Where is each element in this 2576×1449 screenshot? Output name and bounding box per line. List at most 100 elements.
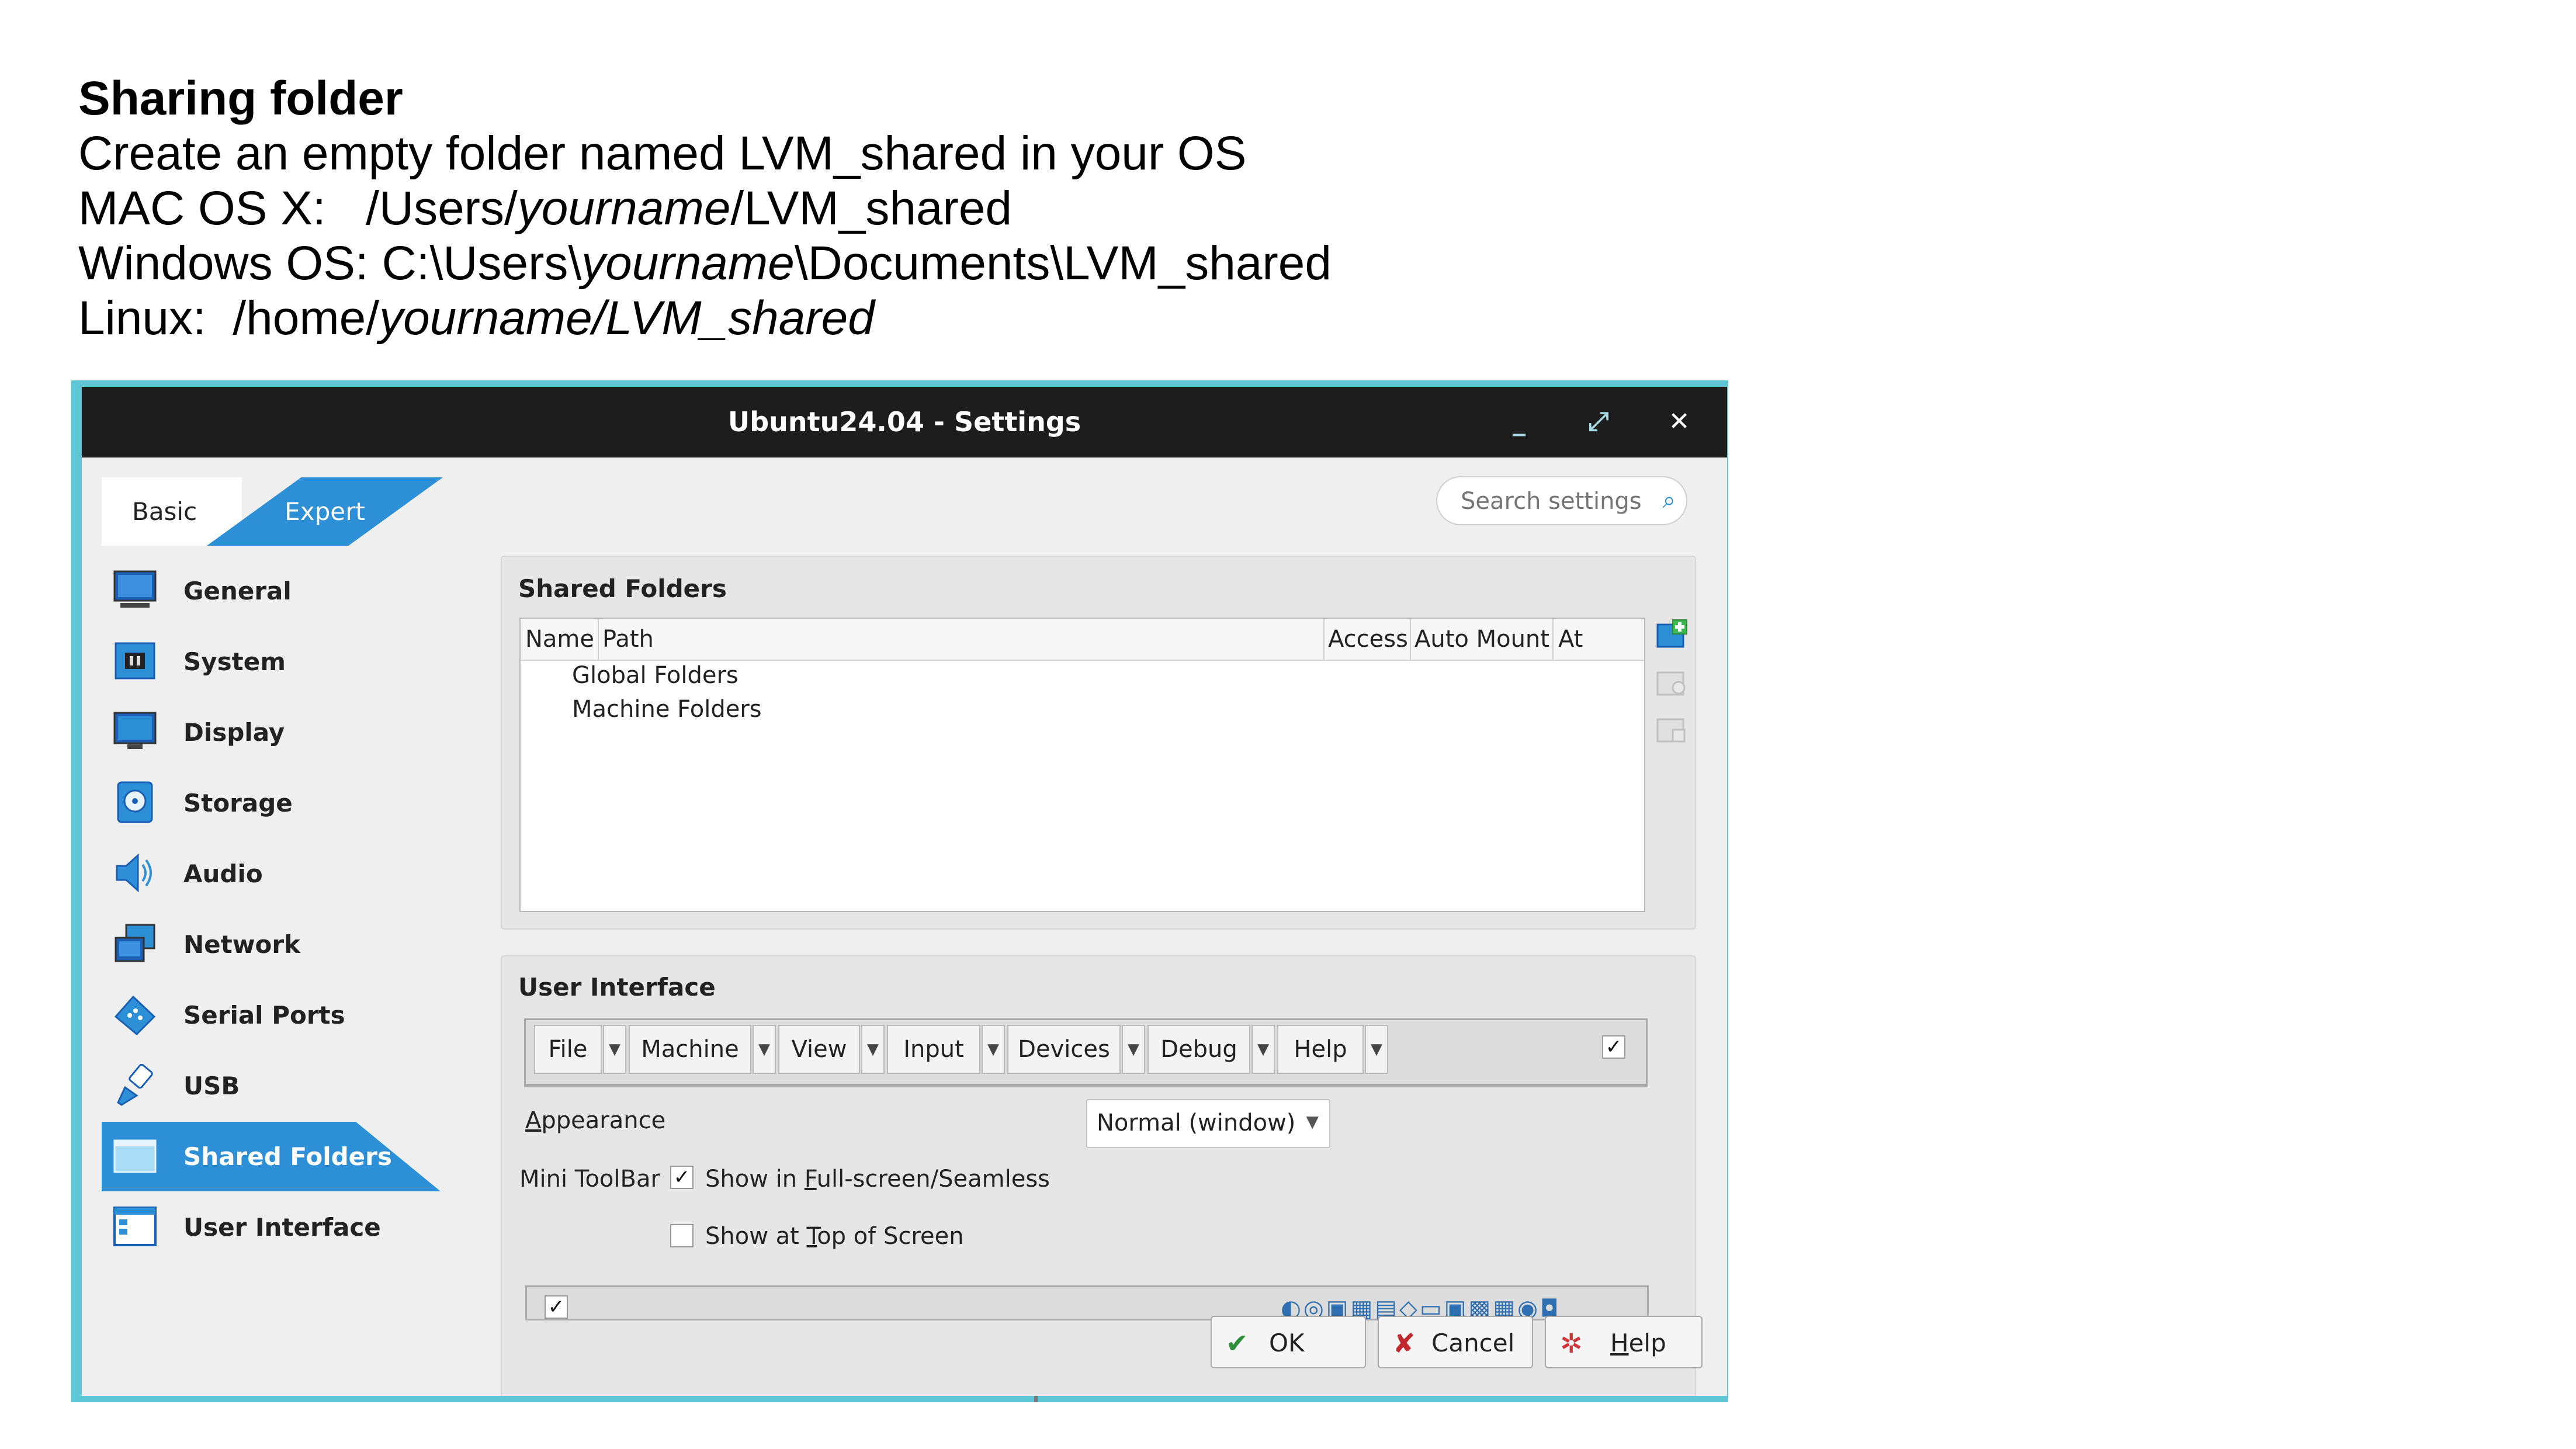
sidebar-item-user-interface[interactable]: User Interface [102,1193,441,1262]
cancel-button[interactable]: ✘ Cancel [1378,1316,1533,1368]
mac-italic: yourname [517,182,731,235]
menubar-enabled-checkbox[interactable]: ✓ [1602,1035,1625,1059]
sidebar-item-display[interactable]: Display [102,698,441,767]
slide-text: Sharing folder Create an empty folder na… [78,71,1332,346]
mini-toolbar-label: Mini ToolBar [519,1166,660,1193]
col-auto-mount[interactable]: Auto Mount [1414,626,1549,653]
slide-line-mac: MAC OS X: /Users/yourname/LVM_shared [78,181,1332,236]
appearance-label-rest: ppearance [541,1107,666,1134]
appearance-mnemonic: A [525,1107,542,1134]
general-monitor-icon [113,570,157,608]
cancel-label: Cancel [1431,1329,1515,1357]
show-fullscreen-label[interactable]: Show in Full-screen/Seamless [705,1166,1050,1193]
show-fullscreen-checkbox[interactable]: ✓ [670,1166,694,1189]
shared-folders-table[interactable]: Name Path Access Auto Mount At Global Fo… [519,618,1645,912]
tab-basic-label: Basic [132,497,197,526]
chevron-down-icon[interactable]: ▼ [753,1025,776,1074]
chevron-down-icon[interactable]: ▼ [603,1025,626,1074]
sidebar-item-label: User Interface [183,1213,381,1242]
menubar-editor: File ▼ Machine ▼ View ▼ Input ▼ Devices … [524,1018,1648,1087]
audio-speaker-icon [116,853,152,893]
tab-expert[interactable]: Expert [207,477,443,546]
sidebar-item-general[interactable]: General [102,556,441,626]
user-interface-icon [113,1207,157,1246]
network-icon [115,924,155,962]
serial-port-icon [114,995,156,1035]
window-title: Ubuntu24.04 - Settings [727,406,1081,438]
help-label: Help [1610,1329,1666,1357]
chevron-down-icon[interactable]: ▼ [1251,1025,1275,1074]
menu-view-button[interactable]: View [778,1025,860,1074]
col-access[interactable]: Access [1328,626,1408,653]
chevron-down-icon[interactable]: ▼ [1122,1025,1145,1074]
col-at[interactable]: At [1558,626,1583,653]
usb-icon [117,1064,153,1106]
appearance-select[interactable]: Normal (window) ▼ [1086,1099,1330,1148]
sidebar-item-system[interactable]: System [102,627,441,696]
add-shared-folder-icon[interactable] [1655,618,1689,651]
show-at-top-checkbox[interactable] [670,1224,694,1247]
ok-label: OK [1269,1329,1305,1357]
col-path[interactable]: Path [602,626,654,653]
win-italic: yourname [581,237,795,290]
table-row-global-folders[interactable]: Global Folders [572,662,739,689]
show-top-post: op of Screen [817,1223,964,1250]
chevron-down-icon[interactable]: ▼ [861,1025,885,1074]
window-titlebar[interactable]: Ubuntu24.04 - Settings _ ⤢ ✕ [82,387,1727,457]
column-divider [1410,619,1411,660]
chevron-down-icon: ▼ [1306,1112,1319,1131]
show-fullscreen-mnemonic: F [804,1166,817,1193]
edit-shared-folder-icon[interactable] [1655,665,1689,699]
show-top-pre: Show at [705,1223,807,1250]
show-top-mnemonic: T [806,1223,817,1250]
search-icon[interactable]: ⌕ [1663,487,1676,514]
menu-devices-button[interactable]: Devices [1007,1025,1121,1074]
close-icon[interactable]: ✕ [1662,404,1697,439]
col-name[interactable]: Name [525,626,594,653]
tab-expert-label: Expert [285,497,365,526]
sidebar-item-label: Serial Ports [183,1001,345,1029]
minimize-icon[interactable]: _ [1502,404,1537,439]
storage-disk-icon [117,781,153,823]
slide-line-linux: Linux: /home/yourname/LVM_shared [78,291,1332,346]
appearance-value: Normal (window) [1097,1110,1296,1136]
column-divider [1323,619,1325,660]
sidebar-item-audio[interactable]: Audio [102,839,441,909]
chevron-down-icon[interactable]: ▼ [982,1025,1005,1074]
menu-input-button[interactable]: Input [887,1025,980,1074]
cancel-icon: ✘ [1393,1327,1416,1359]
sidebar-item-shared-folders[interactable]: Shared Folders [102,1122,441,1191]
search-box[interactable]: ⌕ [1436,476,1687,525]
win-suffix: \Documents\LVM_shared [794,237,1332,290]
menu-file-button[interactable]: File [534,1025,602,1074]
ok-icon: ✔ [1226,1327,1249,1359]
ok-button[interactable]: ✔ OK [1211,1316,1366,1368]
table-row-machine-folders[interactable]: Machine Folders [572,696,762,723]
display-monitor-icon [113,712,157,749]
menu-machine-button[interactable]: Machine [629,1025,751,1074]
statusbar-enabled-checkbox[interactable]: ✓ [545,1295,568,1319]
sidebar-item-storage[interactable]: Storage [102,768,441,838]
column-divider [598,619,599,660]
sidebar-item-label: Shared Folders [183,1142,392,1171]
menu-debug-button[interactable]: Debug [1147,1025,1250,1074]
win-prefix: Windows OS: C:\Users\ [78,237,582,290]
maximize-icon[interactable]: ⤢ [1581,404,1616,439]
help-button[interactable]: ✲ Help [1545,1316,1703,1368]
shared-folders-group: Shared Folders Name Path Access Auto Mou… [501,556,1696,930]
search-input[interactable] [1459,486,1643,517]
menu-help-button[interactable]: Help [1277,1025,1364,1074]
shared-folder-icon [113,1139,157,1173]
slide-line-1: Create an empty folder named LVM_shared … [78,127,1247,180]
linux-prefix: Linux: /home/ [78,292,380,345]
tab-basic[interactable]: Basic [102,477,242,546]
sidebar-item-usb[interactable]: USB [102,1051,441,1121]
sidebar-item-serial-ports[interactable]: Serial Ports [102,980,441,1050]
system-chip-icon [115,642,155,680]
sidebar-item-label: General [183,577,292,605]
remove-shared-folder-icon[interactable] [1655,712,1689,746]
chevron-down-icon[interactable]: ▼ [1365,1025,1388,1074]
sidebar-item-label: Storage [183,789,293,817]
sidebar-item-network[interactable]: Network [102,910,441,979]
show-at-top-label[interactable]: Show at Top of Screen [705,1223,964,1250]
